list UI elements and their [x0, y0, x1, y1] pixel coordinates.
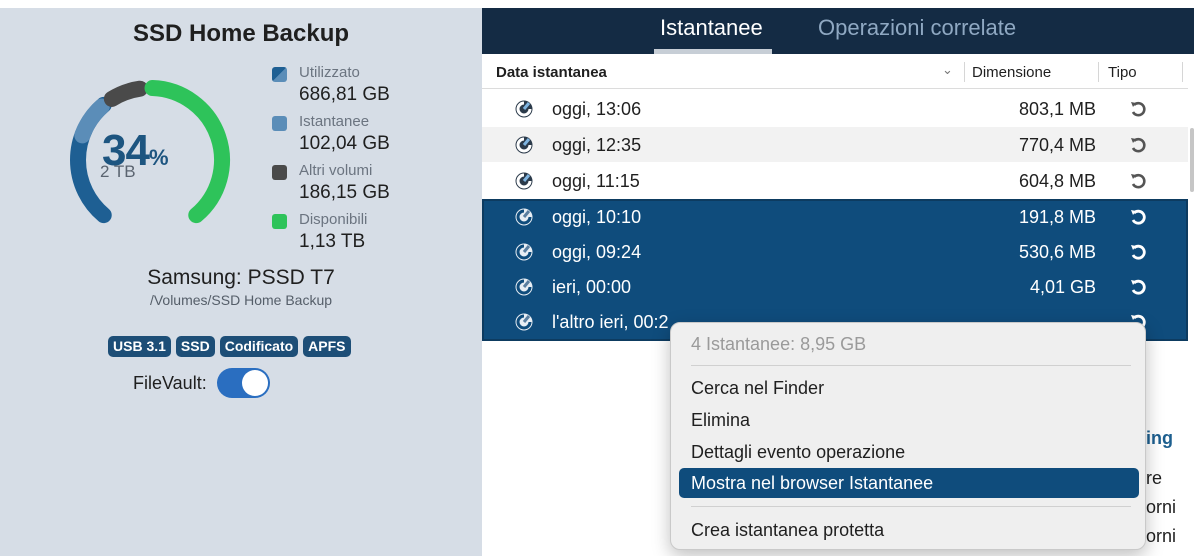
- column-divider[interactable]: [964, 62, 965, 82]
- time-machine-icon: [514, 135, 534, 155]
- sort-chevron-icon[interactable]: ⌄: [942, 62, 953, 78]
- restore-icon: [1128, 135, 1148, 155]
- background-heading-fragment: ing: [1146, 428, 1173, 448]
- tab-snapshots[interactable]: Istantanee: [660, 15, 763, 41]
- table-header: Data istantanea ⌄ Dimensione Tipo: [482, 54, 1188, 89]
- disk-title: SSD Home Backup: [132, 20, 350, 47]
- snapshot-size: 530,6 MB: [1018, 242, 1096, 262]
- menu-item-delete[interactable]: Elimina: [679, 405, 1139, 435]
- disk-info-panel: SSD Home Backup 34% 2 TB Utilizzato 686,…: [0, 0, 482, 556]
- restore-icon: [1128, 207, 1148, 227]
- context-menu: 4 Istantanee: 8,95 GB Cerca nel Finder E…: [670, 322, 1146, 550]
- column-header-size[interactable]: Dimensione: [972, 64, 1051, 81]
- legend-used: Utilizzato 686,81 GB: [270, 62, 480, 111]
- legend-swatch-used: [272, 67, 287, 82]
- time-machine-icon: [514, 242, 534, 262]
- snapshot-date: oggi, 11:15: [552, 171, 640, 191]
- snapshot-size: 803,1 MB: [1018, 99, 1096, 119]
- time-machine-icon: [514, 99, 534, 119]
- menu-item-create-protected-snapshot[interactable]: Crea istantanea protetta: [679, 515, 1139, 545]
- legend-snapshots: Istantanee 102,04 GB: [270, 111, 480, 160]
- disk-capacity: 2 TB: [100, 162, 136, 181]
- legend-value: 186,15 GB: [299, 182, 390, 203]
- snapshot-size: 4,01 GB: [1029, 277, 1096, 297]
- legend-swatch-other: [272, 165, 287, 180]
- scrollbar[interactable]: [1190, 128, 1194, 192]
- background-text-fragment: re: [1146, 468, 1163, 488]
- table-row-selected[interactable]: ieri, 00:00 4,01 GB: [482, 269, 1188, 304]
- toggle-knob: [242, 370, 268, 396]
- table-row[interactable]: oggi, 12:35 770,4 MB: [482, 127, 1188, 162]
- snapshot-size: 770,4 MB: [1018, 135, 1096, 155]
- gauge-segment-other-volumes: [103, 80, 148, 107]
- time-machine-icon: [514, 277, 534, 297]
- legend-value: 102,04 GB: [299, 133, 390, 154]
- restore-icon: [1128, 99, 1148, 119]
- snapshot-date: l'altro ieri, 00:2: [552, 312, 669, 332]
- usage-legend: Utilizzato 686,81 GB Istantanee 102,04 G…: [270, 62, 480, 258]
- tab-related-operations[interactable]: Operazioni correlate: [818, 15, 1016, 41]
- time-machine-icon: [514, 171, 534, 191]
- column-header-type[interactable]: Tipo: [1108, 64, 1137, 81]
- gauge-segment-snapshots: [74, 98, 110, 144]
- legend-swatch-available: [272, 214, 287, 229]
- snapshot-date: oggi, 12:35: [552, 135, 642, 155]
- menu-item-operation-event-details[interactable]: Dettagli evento operazione: [679, 437, 1139, 467]
- top-strip: [0, 0, 482, 8]
- time-machine-icon: [514, 207, 534, 227]
- filevault-label: FileVault:: [133, 373, 207, 393]
- restore-icon: [1128, 242, 1148, 262]
- badge-encrypted: Codificato: [219, 336, 299, 357]
- restore-icon: [1128, 277, 1148, 297]
- legend-value: 1,13 TB: [299, 231, 366, 252]
- legend-name: Altri volumi: [299, 162, 373, 179]
- snapshot-size: 191,8 MB: [1018, 207, 1096, 227]
- snapshot-date: oggi, 09:24: [552, 242, 642, 262]
- table-row-selected[interactable]: oggi, 10:10 191,8 MB: [482, 199, 1188, 234]
- filevault-toggle[interactable]: [217, 368, 270, 398]
- menu-header-selection-summary: 4 Istantanee: 8,95 GB: [691, 334, 867, 354]
- badge-ssd: SSD: [175, 336, 215, 357]
- snapshot-date: oggi, 10:10: [552, 207, 642, 227]
- column-divider[interactable]: [1182, 62, 1183, 82]
- badge-usb: USB 3.1: [108, 336, 171, 357]
- legend-name: Istantanee: [299, 113, 370, 130]
- menu-item-show-in-snapshot-browser[interactable]: Mostra nel browser Istantanee: [679, 468, 1139, 498]
- time-machine-icon: [514, 312, 534, 332]
- column-divider[interactable]: [1098, 62, 1099, 82]
- disk-model: Samsung: PSSD T7: [147, 266, 335, 289]
- snapshot-date: oggi, 13:06: [552, 99, 642, 119]
- badge-apfs: APFS: [303, 336, 351, 357]
- restore-icon: [1128, 171, 1148, 191]
- table-row[interactable]: oggi, 13:06 803,1 MB: [482, 91, 1188, 126]
- snapshot-date: ieri, 00:00: [552, 277, 632, 297]
- tab-bar: Istantanee Operazioni correlate: [482, 8, 1194, 54]
- menu-separator: [691, 506, 1131, 507]
- background-text-fragment: orni: [1146, 497, 1177, 517]
- snapshot-size: 604,8 MB: [1018, 171, 1096, 191]
- column-header-date[interactable]: Data istantanea: [496, 64, 607, 81]
- menu-item-reveal-in-finder[interactable]: Cerca nel Finder: [679, 373, 1139, 403]
- background-text-fragment: orni: [1146, 526, 1177, 546]
- table-row-selected[interactable]: oggi, 09:24 530,6 MB: [482, 234, 1188, 269]
- legend-swatch-snapshots: [272, 116, 287, 131]
- disk-badges: USB 3.1 SSD Codificato APFS: [108, 336, 356, 358]
- legend-name: Disponibili: [299, 211, 368, 228]
- volume-path: /Volumes/SSD Home Backup: [149, 292, 333, 308]
- table-row[interactable]: oggi, 11:15 604,8 MB: [482, 163, 1188, 198]
- menu-separator: [691, 365, 1131, 366]
- legend-name: Utilizzato: [299, 64, 360, 81]
- legend-other-volumes: Altri volumi 186,15 GB: [270, 160, 480, 209]
- legend-value: 686,81 GB: [299, 84, 390, 105]
- legend-available: Disponibili 1,13 TB: [270, 209, 480, 258]
